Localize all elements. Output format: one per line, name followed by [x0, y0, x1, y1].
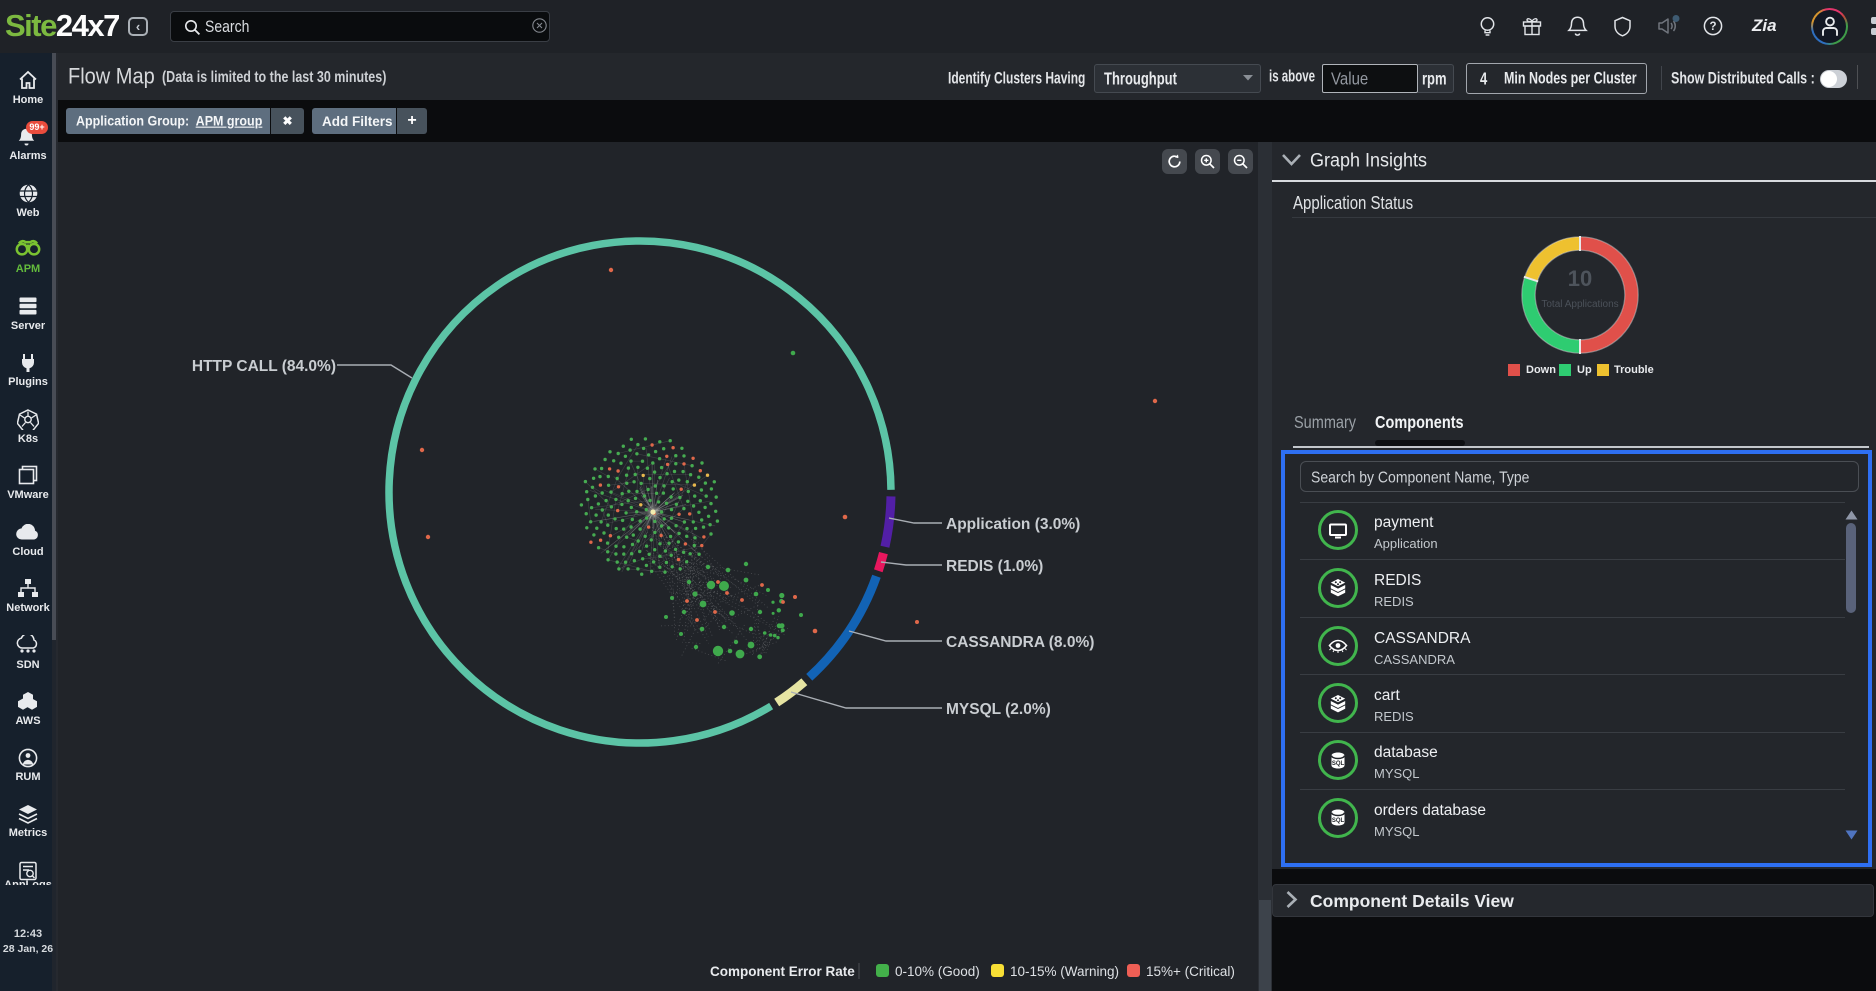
svg-text:0-10% (Good): 0-10% (Good): [895, 964, 980, 979]
svg-text:HTTP CALL (84.0%): HTTP CALL (84.0%): [192, 358, 336, 375]
svg-text:SQL: SQL: [1332, 761, 1345, 767]
svg-text:SQL: SQL: [1332, 818, 1345, 824]
svg-text:CASSANDRA (8.0%): CASSANDRA (8.0%): [946, 634, 1094, 651]
svg-text:10-15% (Warning): 10-15% (Warning): [1010, 964, 1119, 979]
svg-text:15%+ (Critical): 15%+ (Critical): [1146, 964, 1235, 979]
svg-text:REDIS (1.0%): REDIS (1.0%): [946, 558, 1043, 575]
svg-text:MYSQL (2.0%): MYSQL (2.0%): [946, 701, 1051, 718]
svg-text:?: ?: [1709, 21, 1716, 33]
svg-text:Application (3.0%): Application (3.0%): [946, 516, 1080, 533]
svg-text:Component Error Rate: Component Error Rate: [710, 964, 855, 979]
